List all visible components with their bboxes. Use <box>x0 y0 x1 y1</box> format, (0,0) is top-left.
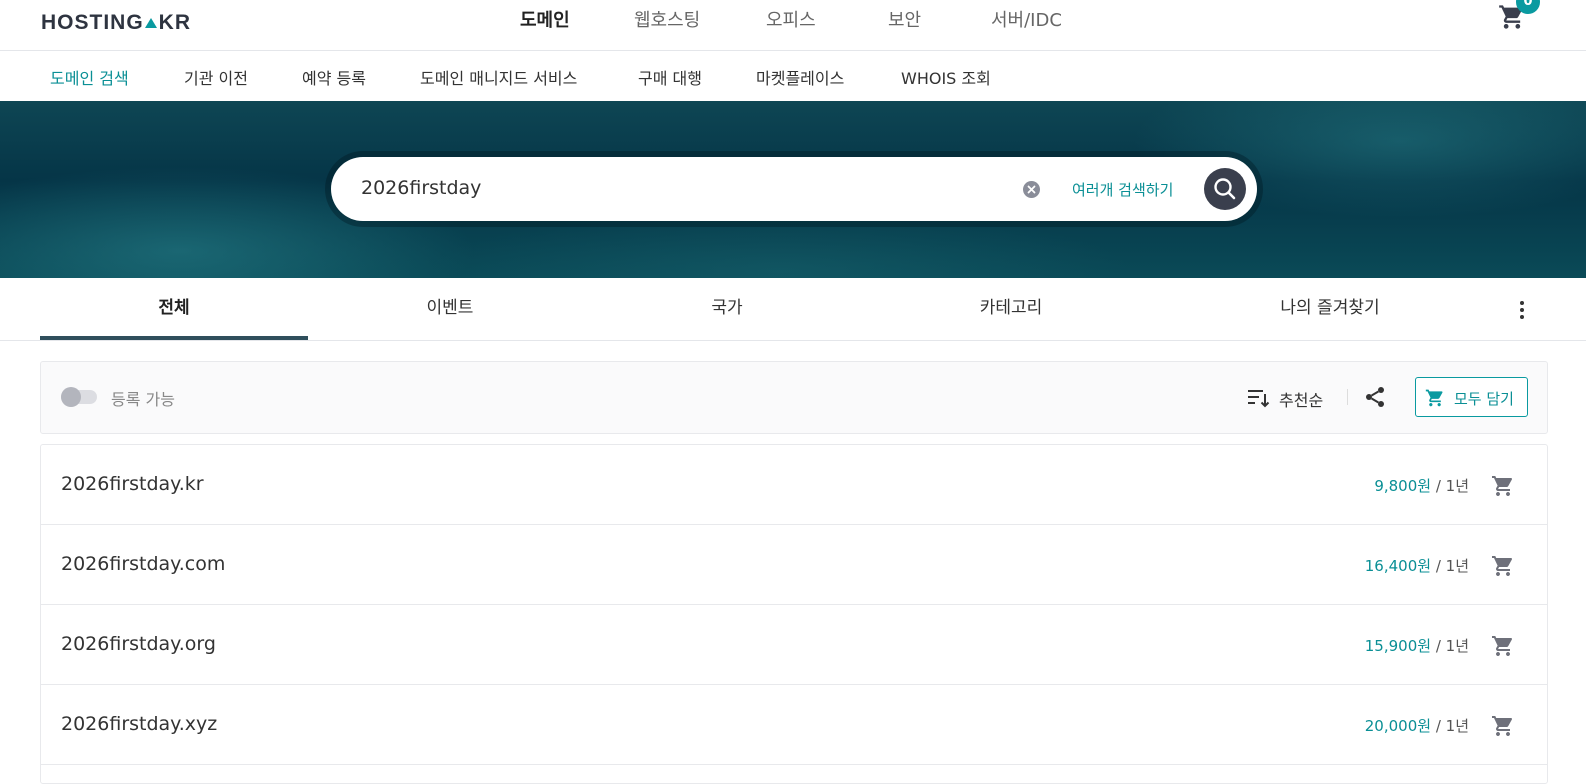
multi-search-link[interactable]: 여러개 검색하기 <box>1072 179 1173 200</box>
price-amount: 20,000원 <box>1364 717 1432 735</box>
sort-icon[interactable] <box>1246 386 1270 414</box>
subnav-item-transfer[interactable]: 기관 이전 <box>184 65 248 89</box>
add-to-cart-icon[interactable] <box>1491 714 1515 742</box>
domain-name: 2026firstday.com <box>61 553 226 575</box>
nav-item-webhosting[interactable]: 웹호스팅 <box>634 6 700 32</box>
nav-item-office[interactable]: 오피스 <box>766 6 816 32</box>
add-to-cart-icon[interactable] <box>1491 554 1515 582</box>
top-header: HOSTING KR 도메인 웹호스팅 오피스 보안 서버/IDC 0 <box>0 0 1586 51</box>
table-row[interactable]: 2026firstday.kr 9,800원 / 1년 <box>41 445 1547 525</box>
nav-item-domain[interactable]: 도메인 <box>520 6 570 32</box>
nav-item-server-idc[interactable]: 서버/IDC <box>991 6 1062 32</box>
add-all-label: 모두 담기 <box>1454 390 1514 408</box>
tab-event[interactable]: 이벤트 <box>316 278 584 340</box>
filter-bar: 등록 가능 추천순 모두 담기 <box>40 361 1548 434</box>
share-icon[interactable] <box>1363 385 1387 413</box>
table-row[interactable]: 2026firstday.com 16,400원 / 1년 <box>41 525 1547 605</box>
more-options-icon[interactable] <box>1514 298 1530 322</box>
tab-all[interactable]: 전체 <box>40 278 308 340</box>
search-box: 2026firstday 여러개 검색하기 <box>331 157 1257 221</box>
subnav-item-whois[interactable]: WHOIS 조회 <box>901 65 991 89</box>
domain-name: 2026firstday.kr <box>61 473 204 495</box>
subnav-item-managed-service[interactable]: 도메인 매니지드 서비스 <box>420 65 577 89</box>
table-row[interactable]: 2026firstday.org 15,900원 / 1년 <box>41 605 1547 685</box>
tab-favorites[interactable]: 나의 즐겨찾기 <box>1196 278 1464 340</box>
cart-icon <box>1425 389 1443 407</box>
subnav-item-domain-search[interactable]: 도메인 검색 <box>50 65 129 89</box>
divider <box>1347 389 1348 405</box>
sort-selector[interactable]: 추천순 <box>1279 387 1323 411</box>
price-amount: 9,800원 <box>1374 477 1432 495</box>
nav-item-security[interactable]: 보안 <box>888 6 921 32</box>
logo-mark-icon <box>144 18 157 28</box>
domain-name: 2026firstday.org <box>61 633 216 655</box>
price-period: / 1년 <box>1431 717 1469 735</box>
domain-price: 15,900원 / 1년 <box>1365 635 1469 656</box>
category-tabs: 전체 이벤트 국가 카테고리 나의 즐겨찾기 <box>0 278 1586 341</box>
price-amount: 15,900원 <box>1364 637 1432 655</box>
table-row[interactable]: 2026firstday.xyz 20,000원 / 1년 <box>41 685 1547 765</box>
logo[interactable]: HOSTING KR <box>41 11 191 35</box>
domain-results-list: 2026firstday.kr 9,800원 / 1년 2026firstday… <box>40 444 1548 784</box>
logo-text-right: KR <box>158 11 192 34</box>
price-amount: 16,400원 <box>1364 557 1432 575</box>
sub-nav: 도메인 검색 기관 이전 예약 등록 도메인 매니지드 서비스 구매 대행 마켓… <box>0 51 1586 101</box>
clear-icon[interactable] <box>1023 181 1040 198</box>
domain-name: 2026firstday.xyz <box>61 713 218 735</box>
subnav-item-purchase-agent[interactable]: 구매 대행 <box>638 65 702 89</box>
subnav-item-marketplace[interactable]: 마켓플레이스 <box>756 65 844 89</box>
search-icon <box>1214 178 1236 200</box>
price-period: / 1년 <box>1431 557 1469 575</box>
add-to-cart-icon[interactable] <box>1491 474 1515 502</box>
tab-country[interactable]: 국가 <box>593 278 861 340</box>
domain-price: 20,000원 / 1년 <box>1365 715 1469 736</box>
subnav-item-reservation[interactable]: 예약 등록 <box>302 65 366 89</box>
add-all-to-cart-button[interactable]: 모두 담기 <box>1415 377 1528 417</box>
tab-category[interactable]: 카테고리 <box>877 278 1145 340</box>
price-period: / 1년 <box>1431 477 1469 495</box>
add-to-cart-icon[interactable] <box>1491 634 1515 662</box>
available-only-toggle[interactable] <box>61 387 97 407</box>
toggle-knob <box>61 387 81 407</box>
domain-price: 9,800원 / 1년 <box>1374 475 1469 496</box>
available-only-label: 등록 가능 <box>111 390 175 409</box>
search-input[interactable]: 2026firstday <box>361 177 481 199</box>
logo-text-left: HOSTING <box>41 11 144 34</box>
price-period: / 1년 <box>1431 637 1469 655</box>
domain-price: 16,400원 / 1년 <box>1365 555 1469 576</box>
search-button[interactable] <box>1204 168 1246 210</box>
